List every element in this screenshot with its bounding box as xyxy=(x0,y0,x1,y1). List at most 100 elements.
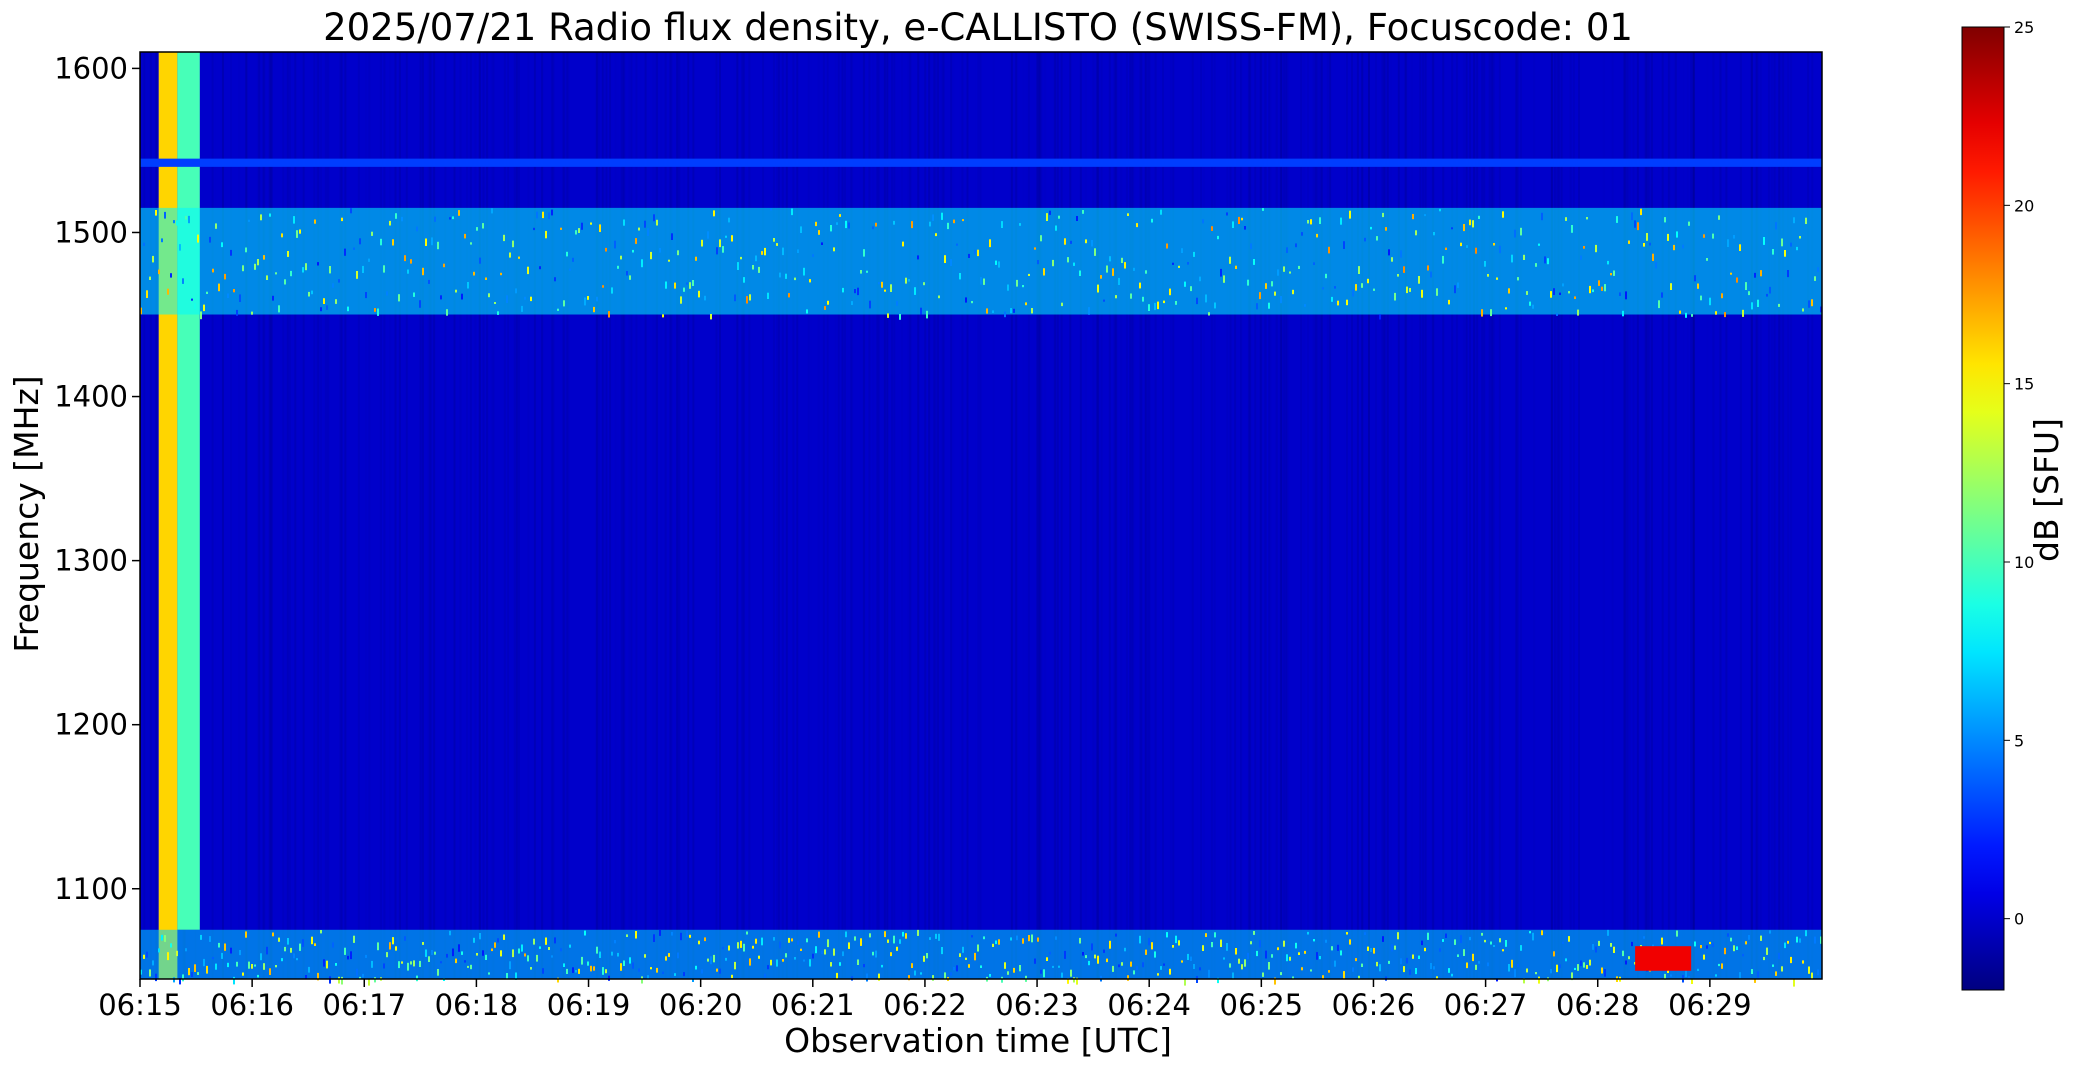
noise-streak xyxy=(268,52,271,979)
rfi-speck xyxy=(1193,251,1195,257)
noise-streak xyxy=(1361,52,1364,979)
rfi-speck xyxy=(161,238,163,243)
noise-streak xyxy=(1229,52,1232,979)
rfi-speck xyxy=(485,277,487,280)
rfi-speck xyxy=(1718,215,1720,220)
rfi-speck xyxy=(647,228,649,236)
x-tick-label: 06:21 xyxy=(771,988,855,1022)
rfi-speck xyxy=(1553,951,1555,957)
rfi-speck xyxy=(266,946,268,955)
rfi-speck xyxy=(1730,937,1732,942)
rfi-speck xyxy=(1487,274,1489,277)
noise-streak xyxy=(772,52,775,979)
noise-streak xyxy=(863,52,866,979)
noise-streak xyxy=(1069,52,1072,979)
rfi-speck xyxy=(1046,957,1048,961)
rfi-speck xyxy=(998,261,1000,268)
rfi-speck xyxy=(203,304,205,312)
rfi-speck xyxy=(314,219,316,224)
rfi-speck xyxy=(1616,216,1618,223)
rfi-speck xyxy=(1277,947,1279,951)
rfi-speck xyxy=(1304,950,1306,954)
rfi-speck xyxy=(1469,219,1471,226)
rfi-speck xyxy=(1472,953,1474,962)
rfi-speck xyxy=(989,239,991,248)
rfi-speck xyxy=(377,942,379,951)
noise-streak xyxy=(316,52,319,979)
noise-streak xyxy=(909,52,912,979)
noise-streak xyxy=(149,52,152,979)
noise-streak xyxy=(1381,52,1384,979)
rfi-speck xyxy=(809,279,811,283)
noise-streak xyxy=(842,52,845,979)
rfi-speck xyxy=(1352,289,1354,297)
noise-streak xyxy=(1759,52,1762,979)
rfi-speck xyxy=(698,940,700,945)
rfi-speck xyxy=(1544,256,1546,264)
rfi-speck xyxy=(923,282,925,286)
rfi-speck xyxy=(1325,939,1327,943)
rfi-speck xyxy=(1064,950,1066,959)
rfi-speck xyxy=(884,289,886,292)
noise-streak xyxy=(1234,52,1237,979)
rfi-speck xyxy=(1625,291,1627,300)
rfi-speck xyxy=(1622,310,1624,317)
rfi-speck xyxy=(1379,964,1381,972)
rfi-speck xyxy=(680,296,682,304)
rfi-speck xyxy=(233,976,235,985)
rfi-speck xyxy=(683,287,685,292)
rfi-speck xyxy=(413,960,415,967)
rfi-speck xyxy=(317,262,319,266)
rfi-speck xyxy=(1754,272,1756,278)
rfi-speck xyxy=(1628,240,1630,244)
rfi-speck xyxy=(776,959,778,967)
rfi-speck xyxy=(1490,309,1492,317)
rfi-speck xyxy=(1430,963,1432,970)
rfi-speck xyxy=(1022,285,1024,288)
noise-streak xyxy=(453,52,456,979)
rfi-speck xyxy=(1307,220,1309,224)
rfi-speck xyxy=(1802,308,1804,312)
rfi-speck xyxy=(248,961,250,969)
rfi-speck xyxy=(1448,968,1450,973)
rfi-speck xyxy=(911,221,913,229)
noise-streak xyxy=(1368,52,1370,979)
noise-streak xyxy=(444,52,447,979)
rfi-speck xyxy=(1655,262,1657,269)
feature-faint-line xyxy=(140,158,1822,167)
rfi-speck xyxy=(1469,936,1471,941)
rfi-speck xyxy=(245,247,247,253)
rfi-speck xyxy=(1145,949,1147,955)
noise-streak xyxy=(1197,52,1200,979)
rfi-speck xyxy=(1178,265,1180,268)
rfi-speck xyxy=(1025,302,1027,306)
rfi-speck xyxy=(1124,947,1126,952)
rfi-speck xyxy=(1511,254,1513,263)
rfi-speck xyxy=(1331,946,1333,951)
rfi-speck xyxy=(716,968,718,972)
rfi-speck xyxy=(500,272,502,276)
rfi-speck xyxy=(263,255,265,260)
rfi-speck xyxy=(1688,221,1690,226)
noise-streak xyxy=(1397,52,1400,979)
noise-streak xyxy=(482,52,485,979)
noise-streak xyxy=(1095,52,1098,979)
noise-streak xyxy=(736,52,738,979)
rfi-speck xyxy=(1505,307,1507,310)
rfi-speck xyxy=(968,253,970,258)
rfi-speck xyxy=(1214,302,1216,309)
noise-streak xyxy=(1519,52,1522,979)
rfi-speck xyxy=(542,968,544,974)
colorbar: 0510152025 xyxy=(1961,18,2034,991)
noise-streak xyxy=(1139,52,1142,979)
rfi-speck xyxy=(1793,217,1795,224)
rfi-speck xyxy=(164,211,166,219)
rfi-speck xyxy=(1583,962,1585,968)
rfi-speck xyxy=(1394,292,1396,301)
noise-streak xyxy=(876,52,879,979)
rfi-speck xyxy=(731,235,733,242)
rfi-speck xyxy=(1157,301,1159,310)
rfi-speck xyxy=(1223,275,1225,283)
rfi-speck xyxy=(635,238,637,244)
rfi-speck xyxy=(362,973,364,978)
